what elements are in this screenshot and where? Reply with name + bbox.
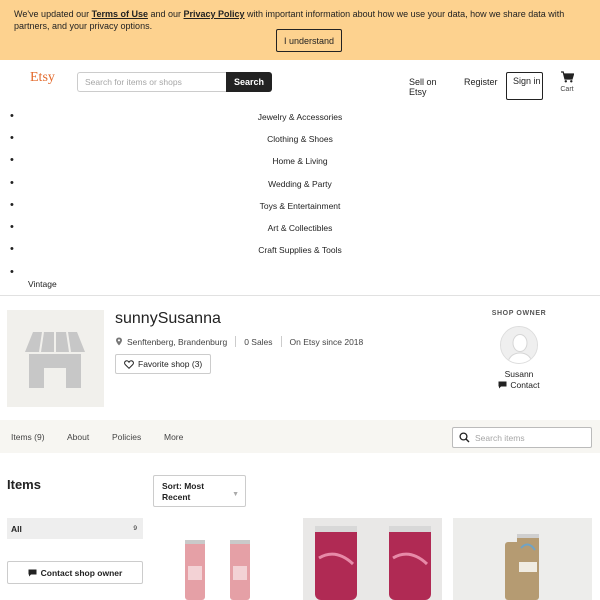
- contact-shop-owner-button[interactable]: Contact shop owner: [7, 561, 143, 584]
- contact-shop-owner-label: Contact shop owner: [40, 567, 123, 578]
- banner-text-1: We've updated our: [14, 9, 92, 19]
- search-button[interactable]: Search: [226, 72, 272, 92]
- category-jewelry[interactable]: Jewelry & Accessories: [0, 110, 600, 126]
- tab-policies[interactable]: Policies: [112, 432, 141, 442]
- terms-link[interactable]: Terms of Use: [92, 9, 148, 19]
- tab-items[interactable]: Items (9): [11, 432, 45, 442]
- privacy-link[interactable]: Privacy Policy: [184, 9, 245, 19]
- items-heading: Items: [7, 477, 41, 492]
- product-image: [185, 540, 250, 600]
- product-image: [505, 534, 539, 600]
- cart-button[interactable]: Cart: [556, 71, 578, 93]
- owner-avatar[interactable]: [500, 326, 538, 364]
- register-link[interactable]: Register: [464, 77, 498, 87]
- message-icon: [28, 569, 37, 576]
- category-clothing[interactable]: Clothing & Shoes: [0, 132, 600, 148]
- sell-on-etsy-link[interactable]: Sell on Etsy: [409, 77, 449, 97]
- category-home[interactable]: Home & Living: [0, 154, 600, 170]
- favorite-shop-button[interactable]: Favorite shop (3): [115, 354, 211, 374]
- shop-name: sunnySusanna: [115, 310, 221, 327]
- contact-owner-link[interactable]: Contact: [480, 380, 558, 390]
- cart-label: Cart: [560, 86, 574, 93]
- i-understand-button[interactable]: I understand: [276, 29, 342, 52]
- product-card[interactable]: [303, 518, 442, 600]
- heart-icon: [124, 359, 134, 369]
- category-craft[interactable]: Craft Supplies & Tools: [0, 243, 600, 259]
- contact-label: Contact: [510, 380, 540, 390]
- shop-location: Senftenberg, Brandenburg: [127, 336, 228, 347]
- etsy-logo[interactable]: Etsy: [30, 70, 55, 86]
- storefront-icon: [25, 331, 85, 388]
- divider: [0, 295, 600, 296]
- product-image: [315, 526, 431, 600]
- tab-more[interactable]: More: [164, 432, 183, 442]
- product-card[interactable]: [453, 518, 592, 600]
- search-input[interactable]: [77, 72, 226, 92]
- chevron-down-icon: ▼: [232, 491, 239, 498]
- message-icon: [498, 381, 507, 389]
- category-wedding[interactable]: Wedding & Party: [0, 177, 600, 193]
- category-vintage-bullet: [0, 266, 600, 282]
- shop-owner-heading: SHOP OWNER: [491, 310, 547, 317]
- shop-meta: Senftenberg, Brandenburg 0 Sales On Etsy…: [115, 336, 363, 347]
- sort-label: Sort: Most Recent: [162, 481, 205, 502]
- section-all-label: All: [11, 524, 22, 534]
- shop-since: On Etsy since 2018: [289, 336, 364, 347]
- tab-about[interactable]: About: [67, 432, 89, 442]
- default-avatar-icon: [501, 327, 537, 363]
- section-all[interactable]: All 9: [7, 518, 143, 539]
- owner-name[interactable]: Susann: [480, 369, 558, 379]
- location-pin-icon: [116, 337, 122, 346]
- meta-separator: [235, 336, 237, 347]
- shop-search-input[interactable]: [452, 427, 592, 448]
- product-card[interactable]: [152, 518, 291, 600]
- category-vintage[interactable]: Vintage: [28, 279, 57, 289]
- meta-separator: [280, 336, 282, 347]
- cart-icon: [560, 71, 574, 83]
- section-all-count: 9: [133, 525, 137, 532]
- favorite-shop-label: Favorite shop (3): [138, 359, 203, 369]
- banner-text-2: and our: [147, 9, 184, 19]
- category-toys[interactable]: Toys & Entertainment: [0, 199, 600, 215]
- sort-dropdown[interactable]: Sort: Most Recent ▼: [153, 475, 246, 507]
- privacy-banner: We've updated our Terms of Use and our P…: [0, 0, 600, 60]
- search-icon: [459, 432, 470, 443]
- sign-in-button[interactable]: Sign in: [506, 72, 543, 100]
- shop-icon-image: [7, 310, 104, 407]
- category-art[interactable]: Art & Collectibles: [0, 221, 600, 237]
- shop-sales: 0 Sales: [244, 336, 273, 347]
